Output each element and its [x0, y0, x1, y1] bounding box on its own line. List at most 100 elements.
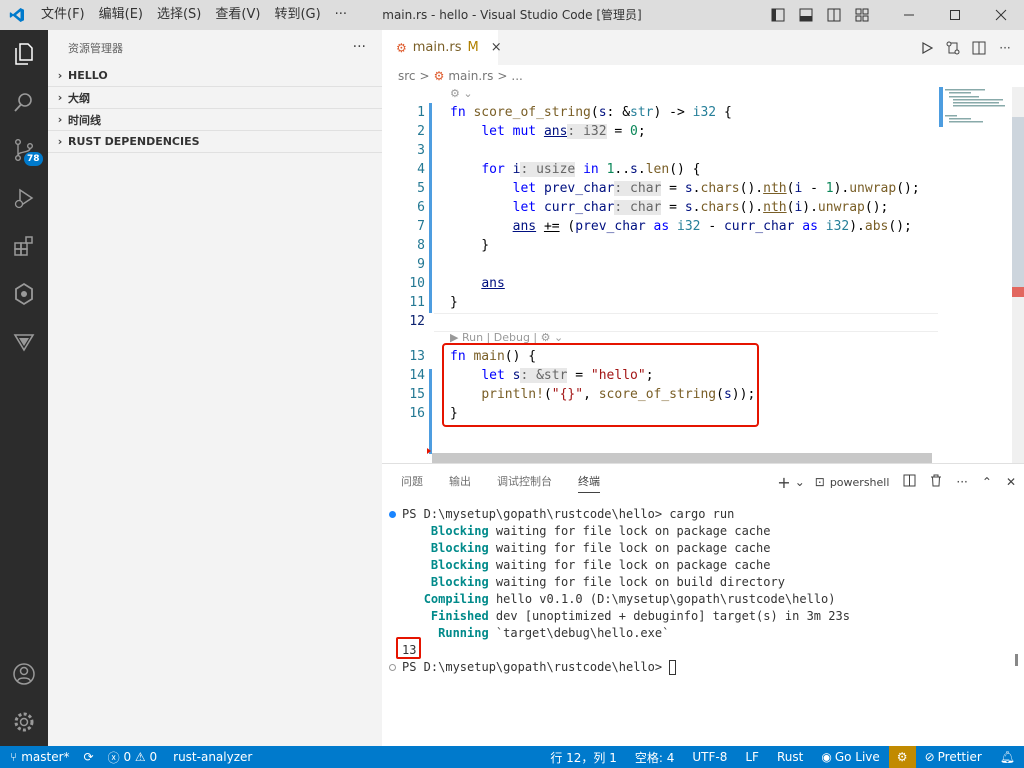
breadcrumb-symbol[interactable]: ...	[511, 69, 522, 83]
split-terminal-icon[interactable]	[903, 474, 916, 490]
maximize-panel-icon[interactable]: ⌃	[982, 475, 992, 489]
section-timeline[interactable]: › 时间线	[48, 109, 382, 131]
code-line: let curr_char: char = s.chars().nth(i).u…	[512, 200, 889, 215]
tab-debug-console[interactable]: 调试控制台	[497, 464, 552, 500]
maximize-icon[interactable]	[932, 0, 978, 30]
menu-view[interactable]: 查看(V)	[208, 0, 267, 30]
close-window-icon[interactable]	[978, 0, 1024, 30]
language-mode[interactable]: Rust	[768, 750, 812, 764]
tab-filename: main.rs	[412, 40, 462, 55]
open-changes-icon[interactable]	[940, 41, 966, 55]
title-bar: 文件(F) 编辑(E) 选择(S) 查看(V) 转到(G) ··· main.r…	[0, 0, 1024, 30]
explorer-title: 资源管理器	[68, 41, 123, 55]
terminal-prompt: PS D:\mysetup\gopath\rustcode\hello>	[402, 660, 670, 674]
menu-file[interactable]: 文件(F)	[34, 0, 92, 30]
explorer-header: 资源管理器 ···	[48, 30, 382, 65]
prettier[interactable]: ⊘ Prettier	[916, 750, 991, 764]
go-live[interactable]: ◉ Go Live	[812, 750, 888, 764]
tab-terminal[interactable]: 终端	[578, 464, 600, 500]
minimize-icon[interactable]	[886, 0, 932, 30]
minimap[interactable]	[939, 87, 1012, 463]
customize-layout-icon[interactable]	[848, 0, 876, 30]
triangle-extension-icon[interactable]	[0, 318, 48, 366]
accounts-icon[interactable]	[0, 650, 48, 698]
scroll-overview-marker	[1012, 117, 1024, 287]
branch-status[interactable]: ⑂ master*	[10, 750, 70, 764]
menu-go[interactable]: 转到(G)	[267, 0, 327, 30]
scm-count-badge: 78	[24, 152, 43, 166]
line-number: 11	[409, 295, 425, 310]
tab-main-rs[interactable]: ⚙ main.rs M ×	[382, 30, 502, 65]
bottom-panel: 问题 输出 调试控制台 终端 + ⌄ ⊡ powershell ··· ⌃ ✕ …	[382, 463, 1024, 746]
notifications-bell-icon[interactable]: 🔔︎	[991, 750, 1024, 764]
code-line: for i: usize in 1..s.len() {	[481, 162, 701, 177]
settings-gear-icon[interactable]	[0, 698, 48, 746]
toggle-secondary-sidebar-icon[interactable]	[820, 0, 848, 30]
panel-more-icon[interactable]: ···	[956, 475, 967, 489]
close-panel-icon[interactable]: ✕	[1006, 475, 1016, 489]
toggle-sidebar-icon[interactable]	[764, 0, 792, 30]
line-number: 15	[409, 387, 425, 402]
terminal-cursor	[669, 660, 677, 675]
split-editor-icon[interactable]	[966, 41, 992, 55]
terminal-dropdown-icon[interactable]: ⌄	[795, 475, 805, 489]
section-rust-dependencies[interactable]: › RUST DEPENDENCIES	[48, 131, 382, 153]
source-control-icon[interactable]: 78	[0, 126, 48, 174]
explorer-icon[interactable]	[0, 30, 48, 78]
code-line: ans += (prev_char as i32 - curr_char as …	[512, 219, 912, 234]
broadcast-icon: ◉	[821, 750, 832, 764]
encoding[interactable]: UTF-8	[683, 750, 736, 764]
branch-name: master*	[21, 750, 70, 764]
vscode-logo-icon	[0, 0, 34, 30]
tab-problems[interactable]: 问题	[401, 464, 423, 500]
menu-more[interactable]: ···	[328, 0, 354, 30]
close-tab-icon[interactable]: ×	[491, 40, 502, 55]
menu-edit[interactable]: 编辑(E)	[92, 0, 150, 30]
terminal-shell-name[interactable]: powershell	[830, 476, 890, 489]
line-number: 6	[417, 200, 425, 215]
editor-vertical-scrollbar[interactable]	[1012, 87, 1024, 463]
section-outline[interactable]: › 大纲	[48, 87, 382, 109]
problems-status[interactable]: ⓧ 0 ⚠ 0	[108, 749, 158, 766]
line-number: 13	[409, 349, 425, 364]
panel-scrollbar[interactable]	[1015, 654, 1018, 666]
inlay-lens-icon[interactable]: ⚙ ⌄	[450, 87, 473, 100]
chevron-right-icon: ›	[57, 113, 63, 126]
code-editor[interactable]: 1 2 3 4 5 6 7 8 9 10 11 12 13 14 15 16 ⚙ ⌄ fn score_of_…	[382, 87, 942, 463]
kill-terminal-icon[interactable]	[930, 474, 942, 490]
editor-more-icon[interactable]: ···	[992, 41, 1018, 55]
sync-icon[interactable]: ⟳	[84, 750, 94, 764]
editor-area: ⚙ main.rs M × ··· src > ⚙ main.rs > ... …	[382, 30, 1024, 463]
code-line: }	[450, 238, 490, 253]
editor-horizontal-scrollbar[interactable]	[432, 453, 932, 463]
search-icon[interactable]	[0, 78, 48, 126]
prettier-check-icon: ⊘	[924, 750, 935, 764]
line-number: 3	[417, 143, 425, 158]
cargo-status-tag: Compiling	[423, 592, 489, 606]
rust-icon[interactable]	[0, 270, 48, 318]
cursor-position[interactable]: 行 12，列 1	[541, 749, 626, 766]
warning-icon: ⚠	[134, 750, 146, 764]
new-terminal-icon[interactable]: +	[777, 473, 790, 492]
section-hello[interactable]: › HELLO	[48, 65, 382, 87]
menu-selection[interactable]: 选择(S)	[150, 0, 208, 30]
rust-gear-status-icon[interactable]: ⚙	[888, 746, 916, 768]
code-line: let prev_char: char = s.chars().nth(i - …	[512, 181, 920, 196]
explorer-more-icon[interactable]: ···	[353, 39, 366, 55]
cargo-status-tag: Finished	[430, 609, 489, 623]
toggle-panel-icon[interactable]	[792, 0, 820, 30]
end-of-line[interactable]: LF	[736, 750, 768, 764]
run-icon[interactable]	[914, 41, 940, 54]
warning-count: 0	[149, 750, 158, 764]
run-debug-icon[interactable]	[0, 174, 48, 222]
indentation[interactable]: 空格: 4	[626, 749, 684, 766]
breadcrumb-src[interactable]: src	[398, 69, 416, 83]
breadcrumb-file[interactable]: main.rs	[448, 69, 493, 83]
scroll-overview-error-marker	[1012, 287, 1024, 297]
line-number: 2	[417, 124, 425, 139]
rust-analyzer-status[interactable]: rust-analyzer	[173, 750, 252, 764]
terminal-line: Running `target\debug\hello.exe`	[402, 625, 669, 642]
tab-output[interactable]: 输出	[449, 464, 471, 500]
extensions-icon[interactable]	[0, 222, 48, 270]
code-line: ans	[481, 276, 505, 291]
